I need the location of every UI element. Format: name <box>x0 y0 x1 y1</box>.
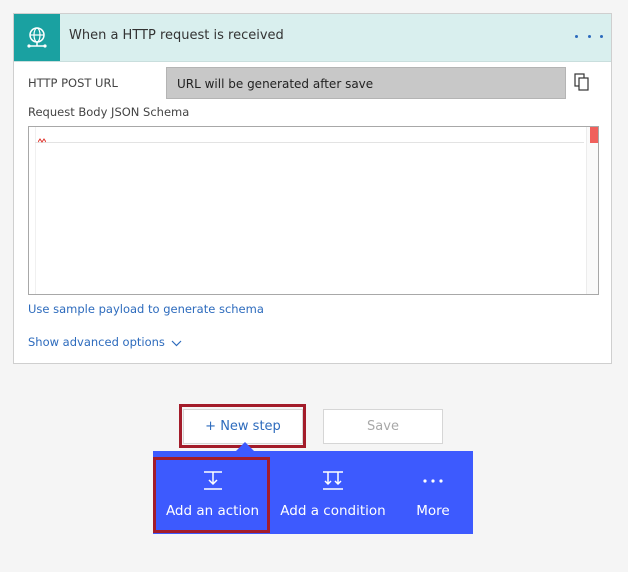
advanced-options-toggle[interactable]: Show advanced options <box>28 335 182 350</box>
more-icon <box>422 469 444 493</box>
globe-network-icon <box>14 14 60 61</box>
http-trigger-card: When a HTTP request is received HTTP POS… <box>13 13 612 364</box>
trigger-header[interactable]: When a HTTP request is received <box>14 14 611 62</box>
chevron-down-icon <box>171 336 182 350</box>
schema-editor[interactable] <box>28 126 599 295</box>
menu-caret <box>236 442 254 451</box>
more-label: More <box>416 503 450 519</box>
post-url-field[interactable]: URL will be generated after save <box>166 67 566 99</box>
copy-icon[interactable] <box>574 73 590 91</box>
trigger-title: When a HTTP request is received <box>69 28 284 43</box>
ellipsis-icon[interactable] <box>575 26 603 46</box>
add-action-highlight <box>153 457 270 533</box>
error-squiggle <box>38 138 46 143</box>
add-condition-icon <box>321 469 345 493</box>
post-url-label: HTTP POST URL <box>28 76 118 90</box>
schema-label: Request Body JSON Schema <box>28 105 190 119</box>
add-condition-item[interactable]: Add a condition <box>275 451 391 534</box>
editor-scrollbar[interactable] <box>586 127 598 294</box>
add-condition-label: Add a condition <box>280 503 386 519</box>
sample-payload-link[interactable]: Use sample payload to generate schema <box>28 302 264 316</box>
more-item[interactable]: More <box>397 451 469 534</box>
save-button[interactable]: Save <box>323 409 443 444</box>
advanced-options-label: Show advanced options <box>28 335 165 349</box>
